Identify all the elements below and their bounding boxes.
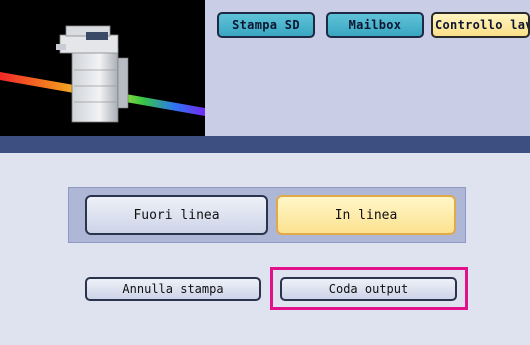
tab-controllo-lavori[interactable]: Controllo lavor [431, 12, 530, 38]
online-button[interactable]: In linea [276, 195, 456, 235]
header-band [0, 136, 530, 153]
tab-controllo-lavori-label: Controllo lavor [435, 18, 528, 32]
printer-photo [0, 0, 205, 136]
online-button-label: In linea [334, 207, 398, 223]
offline-button[interactable]: Fuori linea [85, 195, 268, 235]
tab-mailbox[interactable]: Mailbox [326, 12, 424, 38]
cancel-print-button-label: Annulla stampa [122, 282, 224, 296]
main-area [0, 153, 530, 345]
output-queue-button-label: Coda output [328, 282, 409, 296]
tab-stampa-sd-label: Stampa SD [232, 18, 300, 32]
offline-button-label: Fuori linea [133, 207, 220, 223]
tab-stampa-sd[interactable]: Stampa SD [217, 12, 315, 38]
output-queue-button[interactable]: Coda output [280, 277, 457, 301]
cancel-print-button[interactable]: Annulla stampa [85, 277, 261, 301]
printer-image [0, 25, 205, 123]
tab-mailbox-label: Mailbox [348, 18, 402, 32]
